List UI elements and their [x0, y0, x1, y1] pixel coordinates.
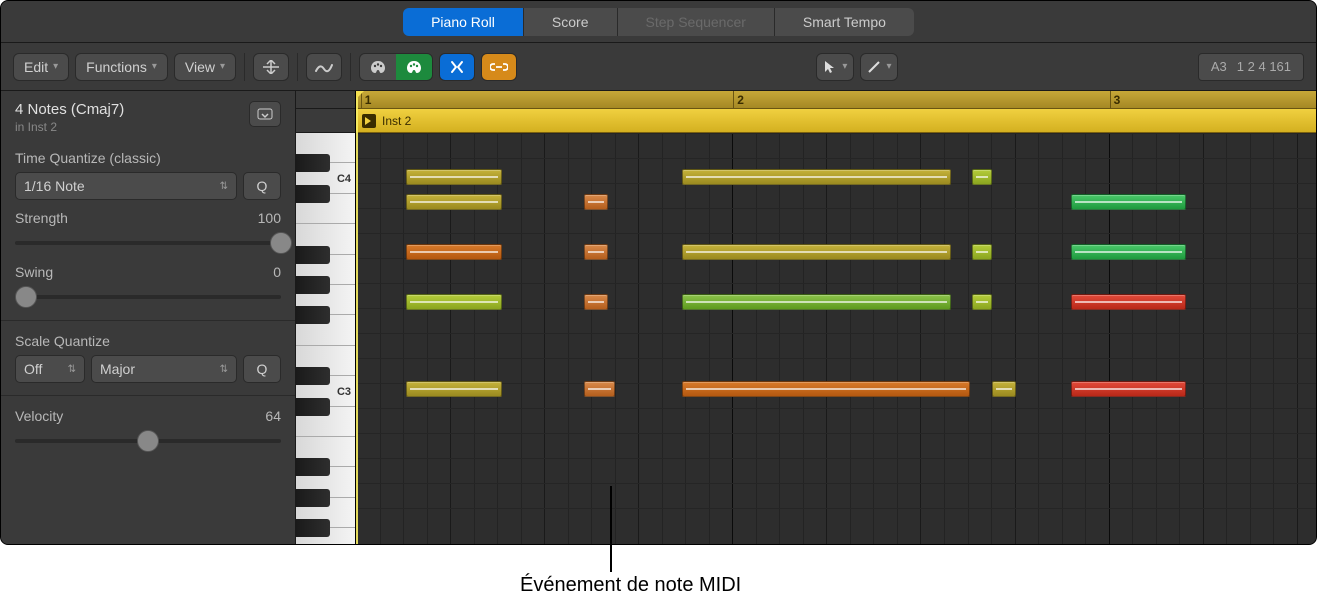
midi-note[interactable]: [682, 244, 951, 260]
velocity-value: 64: [265, 408, 281, 424]
updown-icon: ⇅: [220, 364, 228, 375]
info-pitch: A3: [1211, 59, 1227, 74]
edit-menu[interactable]: Edit▾: [13, 53, 69, 81]
strength-slider[interactable]: [15, 232, 281, 254]
callout-annotation: Événement de note MIDI: [600, 486, 612, 572]
key-label-c4: C4: [337, 173, 351, 185]
chevron-down-icon: ▾: [842, 61, 847, 72]
scale-mode-select[interactable]: Major⇅: [91, 355, 237, 383]
tab-piano-roll[interactable]: Piano Roll: [403, 8, 524, 36]
midi-note[interactable]: [584, 294, 608, 310]
tab-smart-tempo[interactable]: Smart Tempo: [775, 8, 914, 36]
view-menu[interactable]: View▾: [174, 53, 236, 81]
catch-playhead-icon[interactable]: [253, 53, 289, 81]
midi-in-icon[interactable]: [306, 53, 342, 81]
region-play-icon: [362, 114, 376, 128]
bar-marker: 3: [1110, 91, 1121, 108]
bar-ruler[interactable]: 1 2 3: [356, 91, 1316, 109]
palette-off-icon[interactable]: [360, 54, 396, 80]
color-toggle: [359, 53, 433, 81]
strength-value: 100: [258, 210, 281, 226]
scale-quantize-label: Scale Quantize: [15, 333, 110, 349]
midi-note[interactable]: [584, 194, 608, 210]
inspector-collapse-icon[interactable]: [249, 101, 281, 127]
midi-note[interactable]: [406, 194, 502, 210]
playhead[interactable]: [356, 91, 358, 544]
midi-note[interactable]: [1071, 194, 1186, 210]
collapse-icon[interactable]: [439, 53, 475, 81]
midi-note[interactable]: [406, 244, 502, 260]
inspector-sidebar: 4 Notes (Cmaj7) in Inst 2 Time Quantize …: [1, 91, 296, 544]
quantize-button[interactable]: Q: [243, 172, 281, 200]
chevron-down-icon: ▾: [886, 61, 891, 72]
bar-marker: 2: [733, 91, 744, 108]
position-display: A3 1 2 4 161: [1198, 53, 1304, 81]
midi-note[interactable]: [406, 381, 502, 397]
key-label-c3: C3: [337, 386, 351, 398]
piano-roll-toolbar: Edit▾ Functions▾ View▾ ▾: [1, 43, 1316, 91]
pointer-tool[interactable]: ▾: [816, 53, 854, 81]
chevron-down-icon: ▾: [220, 61, 225, 72]
info-position: 1 2 4 161: [1237, 59, 1291, 74]
scale-quantize-button[interactable]: Q: [243, 355, 281, 383]
midi-note[interactable]: [406, 294, 502, 310]
midi-note[interactable]: [584, 381, 615, 397]
time-quantize-select[interactable]: 1/16 Note⇅: [15, 172, 237, 200]
swing-label: Swing: [15, 264, 53, 280]
midi-note[interactable]: [1071, 381, 1186, 397]
annotation-label: Événement de note MIDI: [520, 574, 741, 597]
selection-title: 4 Notes (Cmaj7): [15, 101, 124, 118]
piano-keyboard[interactable]: C4 C3: [296, 91, 356, 544]
midi-note[interactable]: [1071, 294, 1186, 310]
tab-score[interactable]: Score: [524, 8, 618, 36]
updown-icon: ⇅: [68, 364, 76, 375]
scale-root-select[interactable]: Off⇅: [15, 355, 85, 383]
chevron-down-icon: ▾: [53, 61, 58, 72]
swing-value: 0: [273, 264, 281, 280]
tab-step-sequencer[interactable]: Step Sequencer: [618, 8, 775, 36]
piano-roll-grid[interactable]: 1 2 3 Inst 2: [356, 91, 1316, 544]
velocity-slider[interactable]: [15, 430, 281, 452]
swing-slider[interactable]: [15, 286, 281, 308]
strength-label: Strength: [15, 210, 68, 226]
midi-note[interactable]: [972, 169, 991, 185]
midi-note[interactable]: [682, 169, 951, 185]
editor-tab-bar: Piano Roll Score Step Sequencer Smart Te…: [1, 1, 1316, 43]
chevron-down-icon: ▾: [152, 61, 157, 72]
midi-note[interactable]: [682, 294, 951, 310]
midi-note[interactable]: [682, 381, 970, 397]
updown-icon: ⇅: [220, 181, 228, 192]
velocity-label: Velocity: [15, 408, 63, 424]
functions-menu[interactable]: Functions▾: [75, 53, 168, 81]
midi-note[interactable]: [972, 244, 991, 260]
link-icon[interactable]: [481, 53, 517, 81]
midi-note[interactable]: [584, 244, 608, 260]
midi-note[interactable]: [406, 169, 502, 185]
selection-subtitle: in Inst 2: [15, 120, 124, 134]
midi-note[interactable]: [992, 381, 1016, 397]
midi-note[interactable]: [1071, 244, 1186, 260]
midi-note[interactable]: [972, 294, 991, 310]
region-header[interactable]: Inst 2: [356, 109, 1316, 133]
region-name: Inst 2: [382, 114, 411, 128]
time-quantize-label: Time Quantize (classic): [15, 150, 161, 166]
palette-on-icon[interactable]: [396, 54, 432, 80]
pencil-tool[interactable]: ▾: [860, 53, 898, 81]
